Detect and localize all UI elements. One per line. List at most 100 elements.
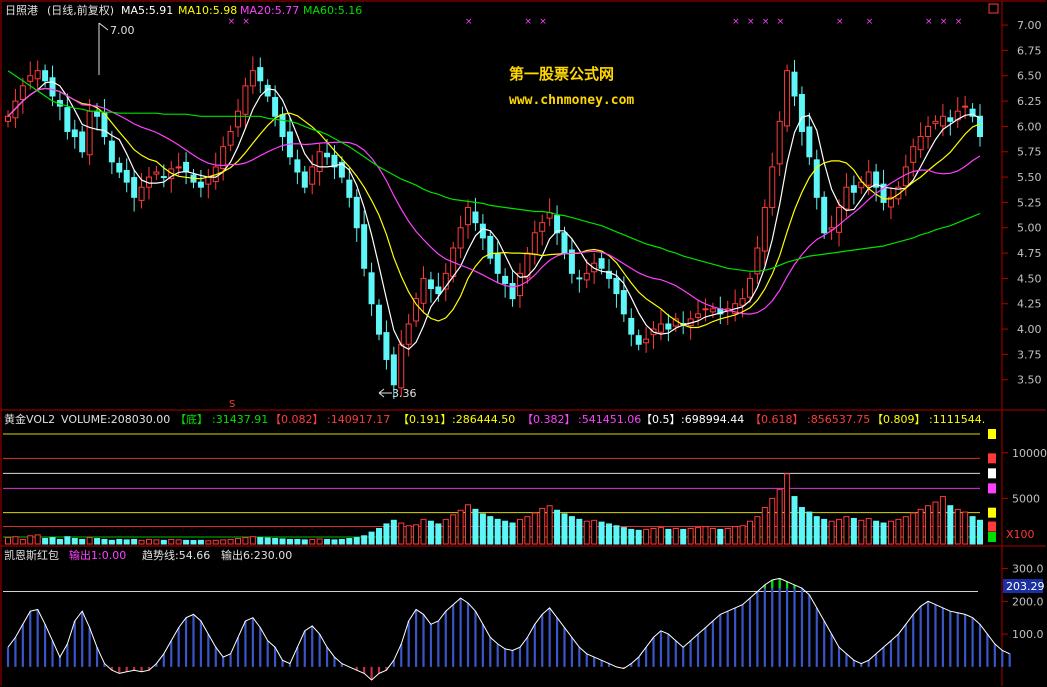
- volume-bar[interactable]: [49, 537, 56, 545]
- volume-bar[interactable]: [160, 539, 167, 545]
- candle-body[interactable]: [583, 272, 590, 281]
- volume-bar[interactable]: [910, 512, 917, 545]
- volume-bar[interactable]: [390, 519, 397, 545]
- candle-body[interactable]: [709, 308, 716, 313]
- volume-bar[interactable]: [5, 537, 11, 545]
- candle-body[interactable]: [34, 70, 41, 80]
- volume-bar[interactable]: [650, 527, 657, 545]
- volume-bar[interactable]: [212, 539, 219, 545]
- candle-body[interactable]: [702, 308, 709, 311]
- candle-body[interactable]: [361, 224, 368, 269]
- volume-bar[interactable]: [316, 538, 323, 545]
- volume-bar[interactable]: [227, 538, 234, 545]
- candle-body[interactable]: [836, 206, 843, 233]
- candle-body[interactable]: [531, 232, 538, 256]
- volume-bar[interactable]: [539, 507, 546, 545]
- volume-bar[interactable]: [286, 538, 293, 545]
- volume-bar[interactable]: [939, 496, 946, 545]
- volume-bar[interactable]: [205, 540, 212, 545]
- candle-body[interactable]: [64, 107, 71, 132]
- volume-bar[interactable]: [42, 538, 49, 545]
- candle-body[interactable]: [368, 272, 375, 305]
- volume-bar[interactable]: [858, 519, 865, 545]
- candle-body[interactable]: [19, 85, 26, 101]
- volume-bar[interactable]: [902, 516, 909, 545]
- candle-body[interactable]: [249, 70, 256, 87]
- candle-body[interactable]: [977, 115, 983, 138]
- volume-bar[interactable]: [450, 514, 457, 545]
- candle-body[interactable]: [962, 105, 969, 108]
- candle-body[interactable]: [776, 120, 783, 165]
- volume-bar[interactable]: [442, 518, 449, 545]
- candle-body[interactable]: [435, 286, 442, 295]
- candle-body[interactable]: [843, 186, 850, 210]
- volume-bar[interactable]: [427, 520, 434, 545]
- volume-bar[interactable]: [264, 537, 271, 545]
- candle-body[interactable]: [197, 181, 204, 188]
- volume-bar[interactable]: [405, 525, 412, 545]
- candle-body[interactable]: [5, 115, 11, 122]
- volume-bar[interactable]: [56, 538, 63, 545]
- volume-bar[interactable]: [331, 539, 338, 545]
- volume-bar[interactable]: [257, 537, 264, 545]
- candle-body[interactable]: [472, 211, 479, 224]
- volume-bar[interactable]: [791, 496, 798, 545]
- volume-bar[interactable]: [776, 488, 783, 545]
- candle-body[interactable]: [813, 159, 820, 198]
- candle-body[interactable]: [939, 115, 946, 127]
- candle-body[interactable]: [657, 323, 664, 333]
- candle-body[interactable]: [27, 75, 34, 82]
- volume-bar[interactable]: [479, 513, 486, 545]
- volume-bar[interactable]: [338, 538, 345, 545]
- volume-bar[interactable]: [554, 509, 561, 545]
- candle-body[interactable]: [375, 304, 382, 335]
- candle-body[interactable]: [390, 354, 397, 386]
- candle-body[interactable]: [116, 162, 123, 173]
- candle-body[interactable]: [123, 169, 130, 183]
- candle-body[interactable]: [465, 206, 472, 226]
- volume-bar[interactable]: [687, 527, 694, 545]
- candle-body[interactable]: [301, 171, 308, 188]
- volume-bar[interactable]: [175, 539, 182, 545]
- volume-panel[interactable]: [5, 473, 983, 545]
- volume-bar[interactable]: [843, 516, 850, 545]
- volume-bar[interactable]: [457, 509, 464, 545]
- price-panel[interactable]: × × × × × × × × × × × × × ×: [5, 17, 983, 399]
- volume-bar[interactable]: [12, 536, 19, 545]
- candle-body[interactable]: [821, 196, 828, 234]
- volume-bar[interactable]: [190, 540, 197, 545]
- candle-body[interactable]: [502, 275, 509, 284]
- volume-bar[interactable]: [798, 507, 805, 545]
- volume-bar[interactable]: [294, 538, 301, 545]
- candle-body[interactable]: [561, 232, 568, 254]
- candle-body[interactable]: [242, 85, 249, 115]
- volume-bar[interactable]: [413, 524, 420, 545]
- volume-bar[interactable]: [183, 539, 190, 545]
- candle-body[interactable]: [71, 129, 78, 138]
- volume-bar[interactable]: [695, 527, 702, 545]
- volume-bar[interactable]: [108, 539, 115, 545]
- volume-bar[interactable]: [598, 521, 605, 545]
- candle-body[interactable]: [791, 71, 798, 97]
- volume-bar[interactable]: [576, 518, 583, 545]
- volume-bar[interactable]: [873, 520, 880, 545]
- volume-bar[interactable]: [524, 516, 531, 545]
- candle-body[interactable]: [405, 323, 412, 345]
- volume-bar[interactable]: [887, 520, 894, 545]
- volume-bar[interactable]: [954, 508, 961, 545]
- indicator-panel[interactable]: [6, 577, 1011, 681]
- volume-bar[interactable]: [131, 538, 138, 545]
- volume-bar[interactable]: [865, 517, 872, 545]
- volume-bar[interactable]: [546, 505, 553, 545]
- candle-body[interactable]: [42, 70, 49, 82]
- candle-body[interactable]: [353, 196, 360, 229]
- volume-bar[interactable]: [665, 528, 672, 545]
- volume-bar[interactable]: [153, 539, 160, 545]
- candle-body[interactable]: [108, 140, 115, 163]
- volume-bar[interactable]: [220, 539, 227, 545]
- volume-bar[interactable]: [895, 518, 902, 545]
- volume-bar[interactable]: [420, 518, 427, 545]
- candle-body[interactable]: [761, 206, 768, 252]
- candle-body[interactable]: [153, 171, 160, 175]
- volume-bar[interactable]: [732, 526, 739, 545]
